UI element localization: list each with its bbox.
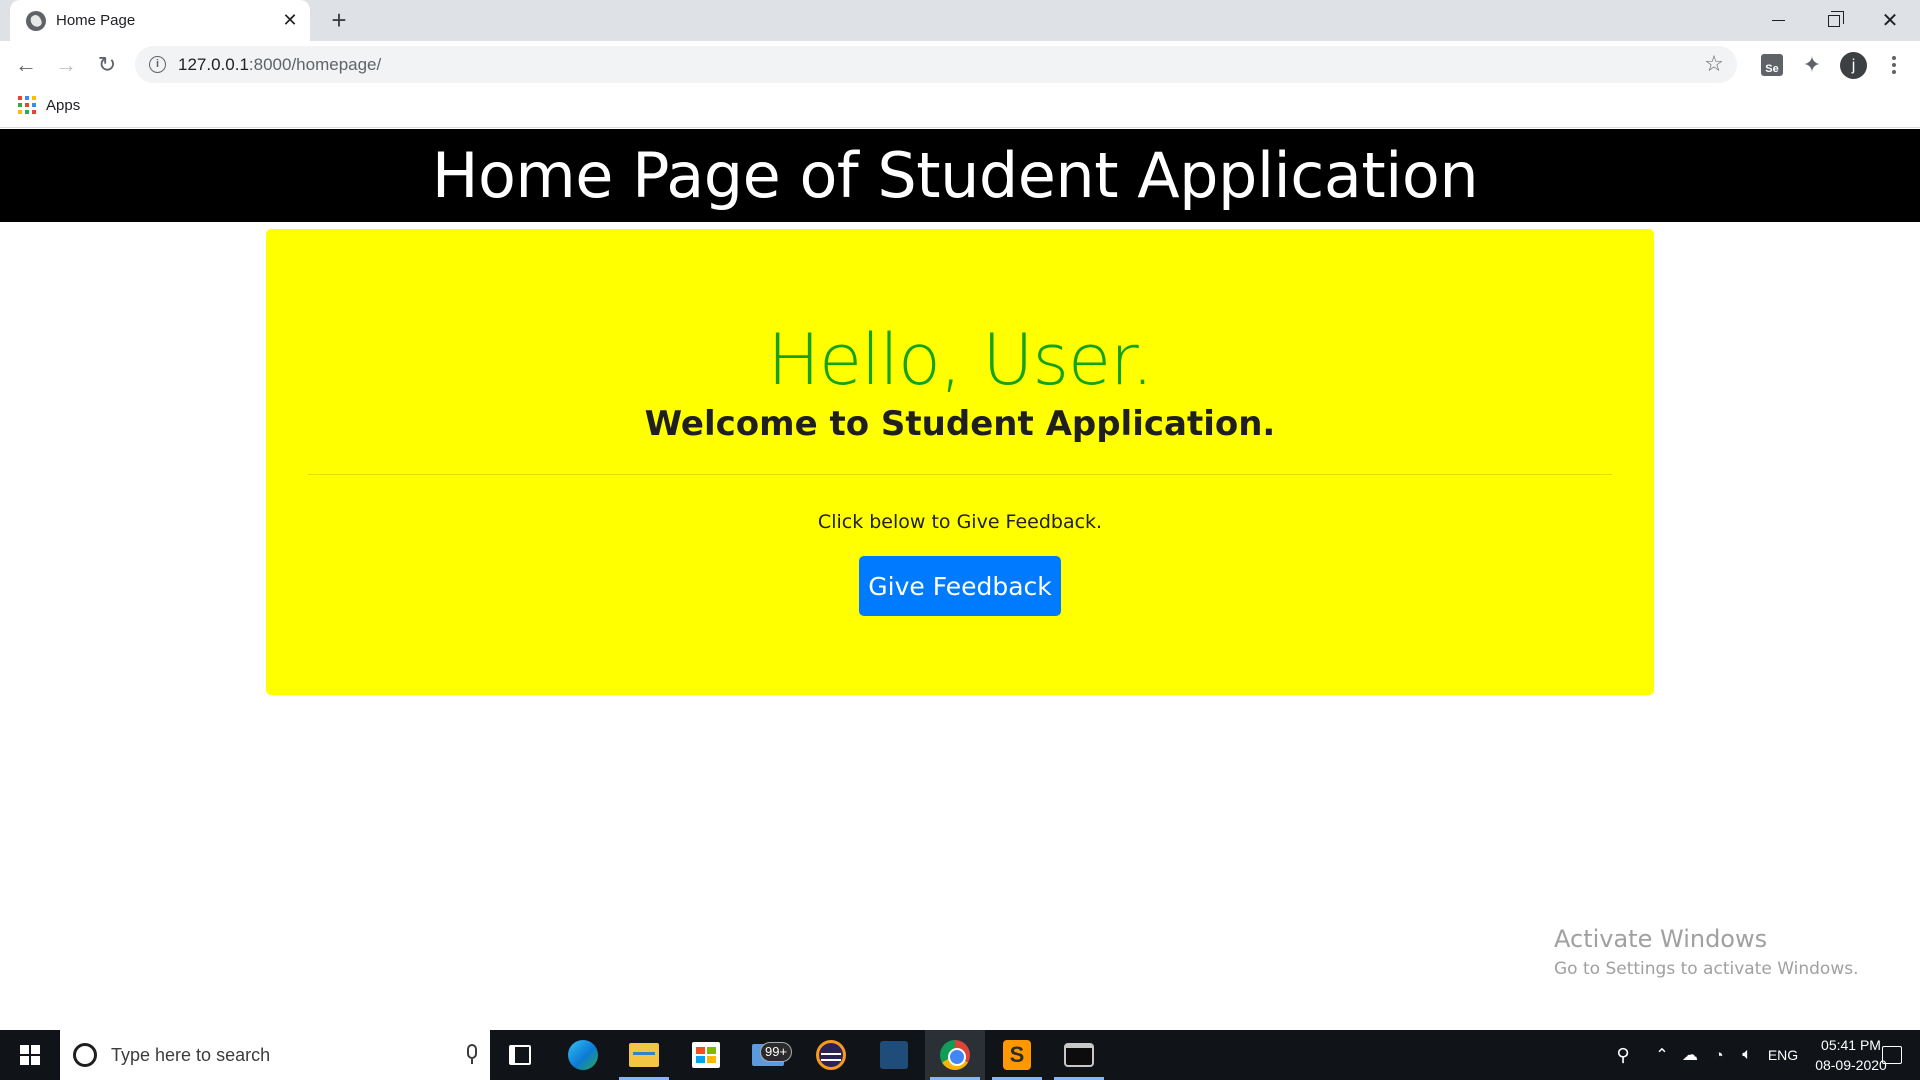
volume-icon[interactable]: 🔈︎ [1734,1030,1760,1080]
url-text[interactable]: 127.0.0.1:8000/homepage/ [178,55,381,75]
info-icon[interactable]: i [149,56,166,73]
taskbar-app-command-prompt[interactable] [1049,1030,1109,1080]
window-restore-button[interactable] [1806,0,1862,41]
taskbar-app-chrome[interactable] [925,1030,985,1080]
apps-label: Apps [46,96,81,114]
edge-icon [568,1040,598,1070]
feedback-hint: Click below to Give Feedback. [817,511,1103,533]
input-language[interactable]: ENG [1763,1030,1803,1080]
watermark-title: Activate Windows [1554,925,1768,953]
apps-bookmark[interactable]: Apps [18,96,80,114]
taskbar-app-file-explorer[interactable] [614,1030,674,1080]
selenium-icon: Se [1761,54,1783,76]
show-hidden-icons-chevron-icon[interactable]: ⌃ [1650,1030,1674,1080]
puzzle-icon: ✦ [1802,52,1822,77]
page-header: Home Page of Student Application [0,129,1920,222]
cortana-icon[interactable] [73,1043,97,1067]
page-viewport: Home Page of Student Application Hello, … [0,129,1920,1030]
selenium-extension-button[interactable]: Se [1758,51,1786,79]
browser-menu-button[interactable] [1880,51,1908,79]
notification-icon [1882,1046,1902,1064]
reload-icon: ↻ [97,52,117,77]
taskbar-app-store[interactable] [676,1030,736,1080]
greeting-heading: Hello, User. [767,319,1153,401]
taskbar-app-edge[interactable] [553,1030,613,1080]
minimize-icon [1771,19,1785,22]
forward-button[interactable]: → [50,49,82,81]
bookmarks-bar: Apps [0,88,1920,128]
reload-button[interactable]: ↻ [91,49,123,81]
store-icon [692,1042,720,1068]
mail-badge: 99+ [760,1042,793,1062]
taskbar-app-mail[interactable]: 99+ [738,1030,798,1080]
network-wifi-icon[interactable]: ◔ [1706,1030,1732,1080]
taskbar-app-sublime-text[interactable] [987,1030,1047,1080]
browser-toolbar: ← → ↻ i 127.0.0.1:8000/homepage/ ☆ Se ✦ … [0,41,1920,88]
arrow-left-icon: ← [15,52,37,77]
new-tab-button[interactable]: + [325,6,353,34]
page-title: Home Page of Student Application [431,139,1479,212]
extensions-button[interactable]: ✦ [1798,51,1826,79]
task-view-button[interactable] [490,1030,550,1080]
welcome-subheading: Welcome to Student Application. [644,404,1276,444]
taskbar-app-mysql-workbench[interactable] [864,1030,924,1080]
watermark-subtitle: Go to Settings to activate Windows. [1554,959,1859,979]
sublime-text-icon [1003,1040,1031,1070]
welcome-jumbotron: Hello, User. Welcome to Student Applicat… [266,229,1654,695]
microphone-icon[interactable] [466,1044,478,1066]
window-close-button[interactable]: ✕ [1862,0,1918,41]
url-host: 127.0.0.1 [178,55,249,74]
people-icon[interactable]: ⚲ [1608,1030,1638,1080]
browser-tab-strip: Home Page ✕ + ✕ [0,0,1920,41]
apps-grid-icon [18,96,36,114]
back-button[interactable]: ← [10,49,42,81]
activate-windows-watermark: Activate Windows Go to Settings to activ… [1554,925,1859,979]
arrow-right-icon: → [55,52,77,77]
onedrive-cloud-icon[interactable]: ☁ [1676,1030,1704,1080]
address-bar[interactable]: i 127.0.0.1:8000/homepage/ ☆ [135,46,1737,83]
windows-taskbar: Type here to search 99+ ⚲ ⌃ ☁ ◔ 🔈︎ ENG 0… [0,1030,1920,1080]
command-prompt-icon [1064,1043,1094,1067]
profile-avatar[interactable]: j [1840,52,1867,79]
start-button[interactable] [0,1030,60,1080]
taskbar-app-eclipse[interactable] [801,1030,861,1080]
taskbar-search-box[interactable]: Type here to search [60,1030,490,1080]
mysql-workbench-icon [880,1041,908,1069]
window-minimize-button[interactable] [1750,0,1806,41]
tab-close-icon[interactable]: ✕ [280,10,300,30]
close-icon: ✕ [1881,10,1899,32]
tab-home-page[interactable]: Home Page ✕ [10,0,310,41]
tab-title: Home Page [56,12,136,29]
windows-logo-icon [20,1045,40,1065]
globe-icon [26,10,46,31]
action-center-button[interactable] [1872,1030,1912,1080]
search-placeholder: Type here to search [111,1044,271,1065]
restore-icon [1828,10,1844,27]
folder-icon [629,1043,659,1067]
chrome-icon [940,1040,970,1070]
bookmark-star-icon[interactable]: ☆ [1701,51,1727,77]
eclipse-icon [816,1040,846,1070]
divider [308,474,1612,475]
task-view-icon [509,1045,531,1065]
url-path: :8000/homepage/ [248,55,382,74]
give-feedback-button[interactable]: Give Feedback [859,556,1061,616]
